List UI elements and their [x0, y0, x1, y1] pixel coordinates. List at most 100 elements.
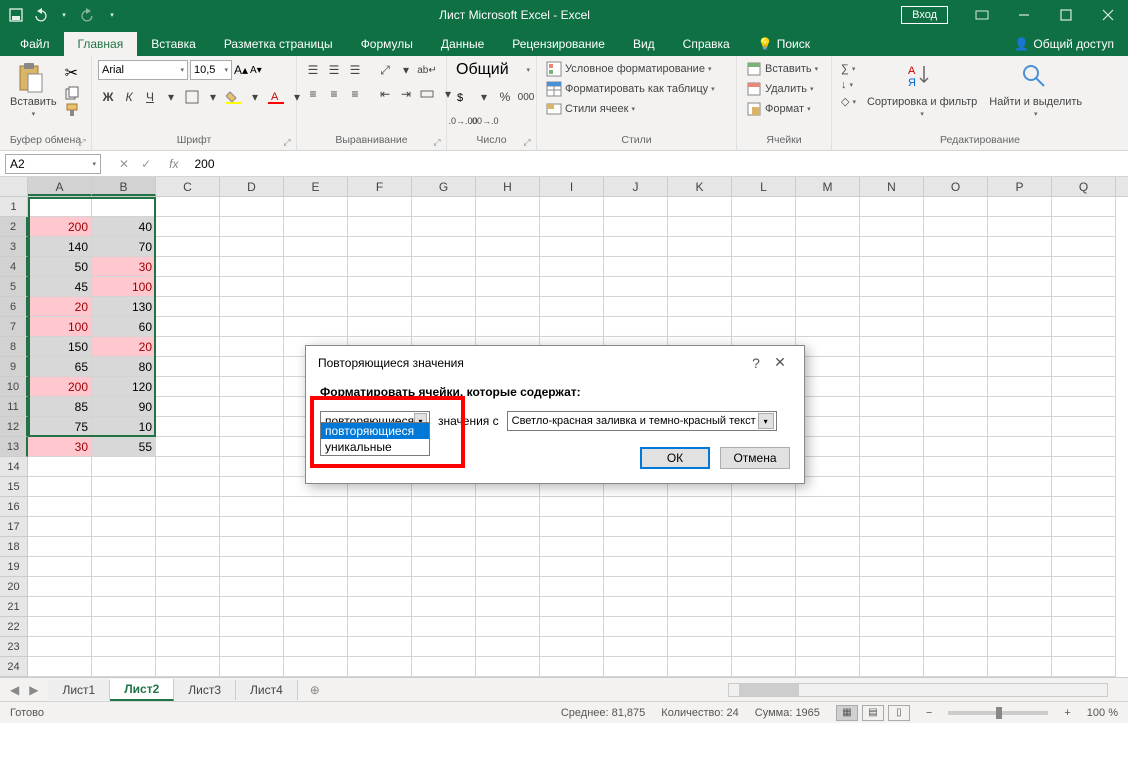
cell[interactable] [860, 437, 924, 457]
cell[interactable] [220, 657, 284, 677]
cell[interactable] [284, 597, 348, 617]
cell[interactable] [1052, 357, 1116, 377]
cell[interactable] [988, 637, 1052, 657]
cell[interactable] [1052, 317, 1116, 337]
cell[interactable] [220, 277, 284, 297]
tab-formulas[interactable]: Формулы [347, 32, 427, 56]
cell[interactable] [988, 197, 1052, 217]
cell[interactable] [796, 197, 860, 217]
cell[interactable] [348, 637, 412, 657]
tab-review[interactable]: Рецензирование [498, 32, 619, 56]
cell[interactable] [540, 557, 604, 577]
cell[interactable] [28, 517, 92, 537]
number-format-select[interactable]: Общий▾ [453, 60, 533, 80]
cell[interactable] [924, 237, 988, 257]
cell[interactable] [924, 537, 988, 557]
cell[interactable] [796, 657, 860, 677]
cell[interactable] [1052, 337, 1116, 357]
cell[interactable] [924, 617, 988, 637]
cell[interactable]: 30 [92, 257, 156, 277]
dialog-close-button[interactable]: ✕ [768, 354, 792, 371]
cell[interactable] [348, 237, 412, 257]
cell[interactable] [220, 497, 284, 517]
cell[interactable] [540, 657, 604, 677]
cell[interactable] [412, 577, 476, 597]
cell[interactable] [796, 377, 860, 397]
format-painter-icon[interactable] [65, 103, 79, 117]
cell[interactable] [860, 357, 924, 377]
view-page-break-icon[interactable]: ▯ [888, 705, 910, 721]
cell[interactable] [348, 497, 412, 517]
cell[interactable] [604, 297, 668, 317]
cell[interactable] [988, 377, 1052, 397]
cell[interactable] [412, 637, 476, 657]
cell[interactable] [732, 217, 796, 237]
row-header[interactable]: 2 [0, 217, 28, 237]
cell[interactable] [156, 217, 220, 237]
cell[interactable] [92, 517, 156, 537]
fx-icon[interactable]: fx [169, 157, 188, 171]
cell[interactable] [796, 457, 860, 477]
column-header[interactable]: N [860, 177, 924, 196]
cell[interactable] [284, 517, 348, 537]
dialog-launcher-icon[interactable]: ⤢ [76, 136, 88, 148]
cell[interactable] [1052, 417, 1116, 437]
undo-icon[interactable] [32, 7, 48, 23]
row-header[interactable]: 18 [0, 537, 28, 557]
cell[interactable] [796, 437, 860, 457]
decrease-font-icon[interactable]: A▾ [250, 65, 262, 76]
row-header[interactable]: 24 [0, 657, 28, 677]
sort-filter-button[interactable]: АЯ Сортировка и фильтр▾ [863, 60, 981, 120]
cell[interactable] [732, 637, 796, 657]
align-bottom-icon[interactable]: ☰ [345, 60, 365, 80]
cell[interactable] [540, 517, 604, 537]
cell[interactable] [668, 617, 732, 637]
border-dropdown-icon[interactable]: ▾ [203, 87, 223, 107]
column-header[interactable]: J [604, 177, 668, 196]
row-header[interactable]: 7 [0, 317, 28, 337]
column-header[interactable]: E [284, 177, 348, 196]
cell[interactable] [28, 557, 92, 577]
cell[interactable] [348, 217, 412, 237]
cell[interactable] [796, 497, 860, 517]
select-all-corner[interactable] [0, 177, 28, 196]
italic-icon[interactable]: К [119, 87, 139, 107]
cell[interactable] [156, 317, 220, 337]
cell[interactable] [1052, 577, 1116, 597]
cell[interactable] [924, 457, 988, 477]
increase-indent-icon[interactable]: ⇥ [396, 84, 416, 104]
cell-styles-button[interactable]: Стили ячеек▾ [543, 100, 638, 118]
cell[interactable] [668, 537, 732, 557]
cell[interactable] [860, 597, 924, 617]
cell[interactable]: 130 [92, 297, 156, 317]
cell[interactable] [92, 557, 156, 577]
cell[interactable]: 10 [92, 417, 156, 437]
cell[interactable] [220, 337, 284, 357]
cell[interactable] [540, 537, 604, 557]
row-header[interactable]: 16 [0, 497, 28, 517]
cell[interactable] [156, 377, 220, 397]
cell[interactable] [92, 597, 156, 617]
cell[interactable] [28, 497, 92, 517]
save-icon[interactable] [8, 7, 24, 23]
cell[interactable] [476, 617, 540, 637]
cell[interactable] [604, 557, 668, 577]
format-cells-button[interactable]: Формат▾ [743, 100, 814, 118]
cell[interactable] [924, 417, 988, 437]
column-header[interactable]: C [156, 177, 220, 196]
dropdown-option-duplicate[interactable]: повторяющиеся [321, 423, 429, 439]
cell[interactable] [924, 657, 988, 677]
cell[interactable] [476, 197, 540, 217]
cell[interactable]: 200 [28, 377, 92, 397]
cell[interactable] [412, 617, 476, 637]
cell[interactable] [924, 257, 988, 277]
row-header[interactable]: 3 [0, 237, 28, 257]
cell[interactable]: 65 [28, 357, 92, 377]
cell[interactable] [412, 517, 476, 537]
cell[interactable] [284, 297, 348, 317]
tab-insert[interactable]: Вставка [137, 32, 210, 56]
cell[interactable] [1052, 617, 1116, 637]
cell[interactable] [988, 557, 1052, 577]
cell[interactable] [924, 577, 988, 597]
cell[interactable] [1052, 637, 1116, 657]
